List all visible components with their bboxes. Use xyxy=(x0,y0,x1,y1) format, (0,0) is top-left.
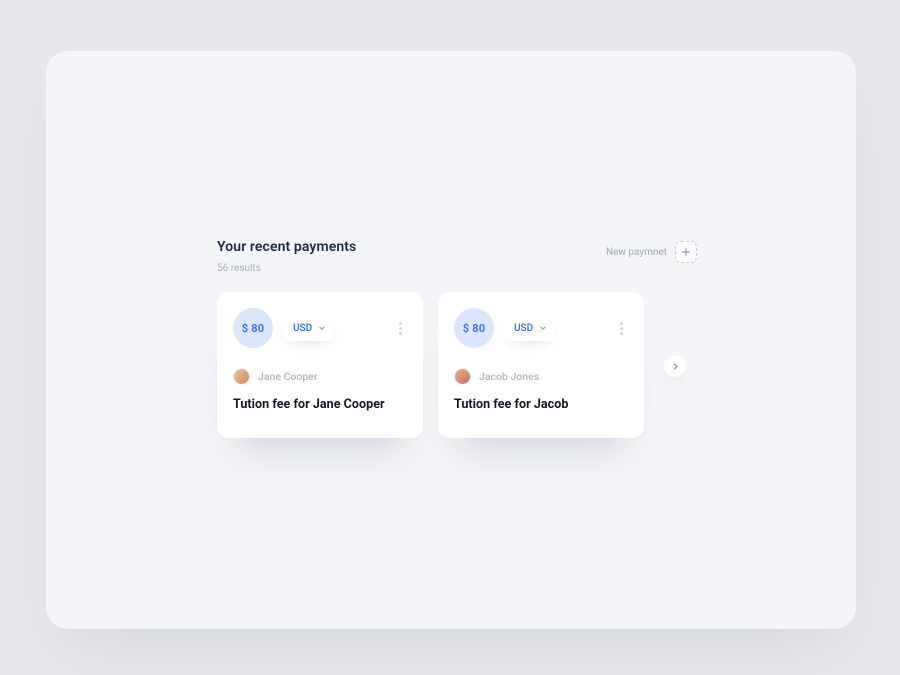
currency-selector[interactable]: USD xyxy=(283,315,334,341)
payment-title: Tution fee for Jane Cooper xyxy=(233,397,407,412)
new-payment-action[interactable]: New paymnet xyxy=(606,241,697,263)
avatar xyxy=(233,368,250,385)
dots-vertical-icon xyxy=(399,322,402,335)
new-payment-button[interactable] xyxy=(675,241,697,263)
section-title: Your recent payments xyxy=(217,239,356,255)
payment-card[interactable]: $ 80 USD Jane Cooper Tution fee for Jane… xyxy=(217,292,423,438)
payment-card[interactable]: $ 80 USD Jacob Jones Tution fee for Jaco… xyxy=(438,292,644,438)
amount-badge: $ 80 xyxy=(233,308,273,348)
recent-payments-header: Your recent payments 56 results New paym… xyxy=(217,239,697,274)
payee-name: Jane Cooper xyxy=(258,370,318,383)
currency-label: USD xyxy=(514,323,533,334)
payment-title: Tution fee for Jacob xyxy=(454,397,628,412)
payee-row: Jane Cooper xyxy=(233,368,407,385)
chevron-down-icon xyxy=(539,324,547,332)
plus-icon xyxy=(681,247,691,257)
avatar xyxy=(454,368,471,385)
new-payment-label: New paymnet xyxy=(606,247,667,258)
payee-name: Jacob Jones xyxy=(479,370,539,383)
card-more-button[interactable] xyxy=(614,317,628,339)
chevron-down-icon xyxy=(318,324,326,332)
app-panel: Your recent payments 56 results New paym… xyxy=(46,51,856,629)
payment-cards: $ 80 USD Jane Cooper Tution fee for Jane… xyxy=(217,292,644,438)
title-block: Your recent payments 56 results xyxy=(217,239,356,274)
currency-selector[interactable]: USD xyxy=(504,315,555,341)
currency-label: USD xyxy=(293,323,312,334)
chevron-right-icon xyxy=(672,362,679,371)
payee-row: Jacob Jones xyxy=(454,368,628,385)
amount-badge: $ 80 xyxy=(454,308,494,348)
card-more-button[interactable] xyxy=(393,317,407,339)
results-count: 56 results xyxy=(217,263,356,274)
carousel-next-button[interactable] xyxy=(664,355,686,377)
dots-vertical-icon xyxy=(620,322,623,335)
